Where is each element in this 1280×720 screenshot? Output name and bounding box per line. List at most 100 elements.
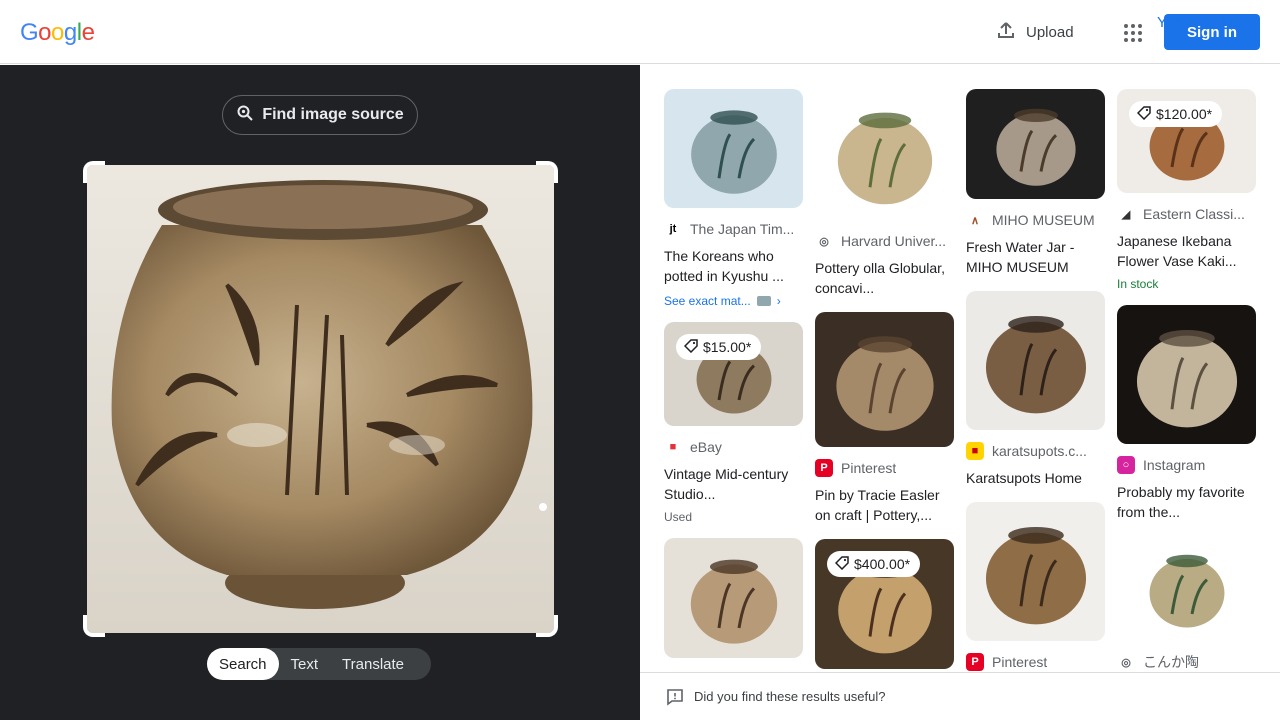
- feedback-bar: Did you find these results useful?: [640, 672, 1280, 720]
- crop-corner-top-right[interactable]: [536, 161, 558, 183]
- source-name: Instagram: [1143, 457, 1206, 473]
- see-exact-matches-label: See exact mat...: [664, 294, 751, 308]
- result-card[interactable]: ◎ こんか陶: [1117, 536, 1256, 672]
- globe-icon: ◎: [1117, 653, 1135, 671]
- tab-text[interactable]: Text: [279, 648, 331, 680]
- crop-corner-bottom-right[interactable]: [536, 615, 558, 637]
- result-source[interactable]: ◎ こんか陶: [1117, 652, 1256, 672]
- see-exact-matches-link[interactable]: See exact mat... ›: [664, 294, 803, 308]
- query-image[interactable]: [87, 165, 554, 633]
- result-source[interactable]: ○ Instagram: [1117, 456, 1256, 474]
- result-condition: Used: [664, 510, 693, 524]
- result-title[interactable]: Karatsupots Home: [966, 468, 1105, 488]
- feedback-yes-button[interactable]: Yes: [1157, 14, 1181, 31]
- source-name: MIHO MUSEUM: [992, 212, 1095, 228]
- result-title[interactable]: The Koreans who potted in Kyushu ...: [664, 246, 803, 286]
- eastern-icon: ◢: [1117, 205, 1135, 223]
- lens-search-icon: [236, 104, 254, 127]
- logo-letter: g: [63, 19, 77, 46]
- result-title[interactable]: Pin by Tracie Easler on craft | Pottery,…: [815, 485, 954, 525]
- result-card[interactable]: $120.00* ◢ Eastern Classi... Japanese Ikeba…: [1117, 89, 1256, 291]
- find-image-source-label: Find image source: [262, 106, 404, 123]
- result-thumbnail[interactable]: [815, 89, 954, 220]
- result-title[interactable]: Probably my favorite from the...: [1117, 482, 1256, 522]
- result-thumbnail[interactable]: $120.00*: [1117, 89, 1256, 193]
- apps-grid-icon[interactable]: [1116, 16, 1148, 48]
- results-column: ∧ MIHO MUSEUM Fresh Water Jar - MIHO MUSEU…: [966, 89, 1105, 672]
- result-source[interactable]: jt The Japan Tim...: [664, 220, 803, 238]
- tab-search[interactable]: Search: [207, 648, 279, 680]
- result-card[interactable]: P Pinterest Pin by Tracie Easler on craft …: [815, 312, 954, 525]
- price-label: $15.00*: [703, 339, 752, 355]
- result-thumbnail[interactable]: [664, 89, 803, 208]
- results-column: ◎ Harvard Univer... Pottery olla Globular,…: [815, 89, 954, 672]
- result-thumbnail[interactable]: [966, 291, 1105, 430]
- result-thumbnail[interactable]: [966, 502, 1105, 641]
- result-thumbnail[interactable]: [1117, 305, 1256, 444]
- result-source[interactable]: ◢ Eastern Classi...: [1117, 205, 1256, 223]
- pinterest-icon: P: [966, 653, 984, 671]
- result-thumbnail[interactable]: $400.00*: [815, 539, 954, 669]
- result-source[interactable]: P Pinterest: [966, 653, 1105, 671]
- mini-thumbnail-icon: [756, 296, 771, 306]
- result-condition: In stock: [1117, 277, 1159, 291]
- crop-corner-top-left[interactable]: [83, 161, 105, 183]
- result-thumbnail[interactable]: [966, 89, 1105, 199]
- result-source[interactable]: ◎ Harvard Univer...: [815, 232, 954, 250]
- result-source[interactable]: ■ eBay: [664, 438, 803, 456]
- result-title[interactable]: Pottery olla Globular, concavi...: [815, 258, 954, 298]
- result-thumbnail[interactable]: [1117, 536, 1256, 640]
- visual-matches-grid: jt The Japan Tim... The Koreans who potted…: [640, 65, 1280, 672]
- price-tag-icon: [683, 338, 698, 356]
- lens-image-panel: Find image source Search Text Translate: [0, 65, 640, 720]
- crop-corner-bottom-left[interactable]: [83, 615, 105, 637]
- price-tag-icon: [834, 555, 849, 573]
- source-name: こんか陶: [1143, 654, 1199, 670]
- upload-button[interactable]: Upload: [988, 14, 1082, 50]
- result-thumbnail[interactable]: [815, 312, 954, 447]
- result-card[interactable]: ■ karatsupots.c... Karatsupots Home: [966, 291, 1105, 488]
- result-thumbnail[interactable]: $15.00*: [664, 322, 803, 426]
- logo-letter: e: [81, 19, 95, 46]
- result-title[interactable]: Fresh Water Jar - MIHO MUSEUM: [966, 237, 1105, 277]
- source-name: eBay: [690, 439, 722, 455]
- source-name: karatsupots.c...: [992, 443, 1087, 459]
- result-title[interactable]: Japanese Ikebana Flower Vase Kaki...: [1117, 231, 1256, 271]
- result-thumbnail[interactable]: [664, 538, 803, 658]
- source-name: Harvard Univer...: [841, 233, 947, 249]
- source-name: Eastern Classi...: [1143, 206, 1245, 222]
- result-card[interactable]: P Pinterest: [966, 502, 1105, 671]
- pinterest-icon: P: [815, 459, 833, 477]
- karatsu-icon: ■: [966, 442, 984, 460]
- price-label: $120.00*: [1156, 106, 1213, 122]
- globe-icon: ◎: [815, 232, 833, 250]
- feedback-question: Did you find these results useful?: [694, 689, 886, 704]
- crop-handle-dot[interactable]: [539, 503, 547, 511]
- price-tag-icon: [1136, 105, 1151, 123]
- result-card[interactable]: ◎ Harvard Univer... Pottery olla Globular,…: [815, 89, 954, 298]
- result-source[interactable]: P Pinterest: [815, 459, 954, 477]
- tab-translate[interactable]: Translate: [330, 648, 416, 680]
- result-card[interactable]: ∧ MIHO MUSEUM Fresh Water Jar - MIHO MUSEU…: [966, 89, 1105, 277]
- result-source[interactable]: ∧ MIHO MUSEUM: [966, 211, 1105, 229]
- result-title[interactable]: Vintage Mid-century Studio...: [664, 464, 803, 504]
- upload-icon: [996, 20, 1016, 44]
- price-label: $400.00*: [854, 556, 911, 572]
- source-name: Pinterest: [841, 460, 897, 476]
- results-column: $120.00* ◢ Eastern Classi... Japanese Ikeba…: [1117, 89, 1256, 672]
- results-column: jt The Japan Tim... The Koreans who potted…: [664, 89, 803, 672]
- result-card[interactable]: jt The Japan Tim... The Koreans who potted…: [664, 89, 803, 308]
- result-card[interactable]: ○ Instagram Probably my favorite from the.…: [1117, 305, 1256, 522]
- result-card[interactable]: $15.00* ■ eBay Vintage Mid-century Studio..…: [664, 322, 803, 524]
- result-card[interactable]: [664, 538, 803, 658]
- google-logo[interactable]: Google: [20, 19, 95, 47]
- header: Google Upload Sign in: [0, 0, 1280, 64]
- result-source[interactable]: ■ karatsupots.c...: [966, 442, 1105, 460]
- miho-icon: ∧: [966, 211, 984, 229]
- source-name: Pinterest: [992, 654, 1048, 670]
- lens-mode-tabs: Search Text Translate: [207, 648, 431, 680]
- feedback-no-button[interactable]: No: [1222, 14, 1241, 31]
- chevron-right-icon: ›: [776, 294, 781, 308]
- find-image-source-button[interactable]: Find image source: [222, 95, 418, 135]
- result-card[interactable]: $400.00*: [815, 539, 954, 669]
